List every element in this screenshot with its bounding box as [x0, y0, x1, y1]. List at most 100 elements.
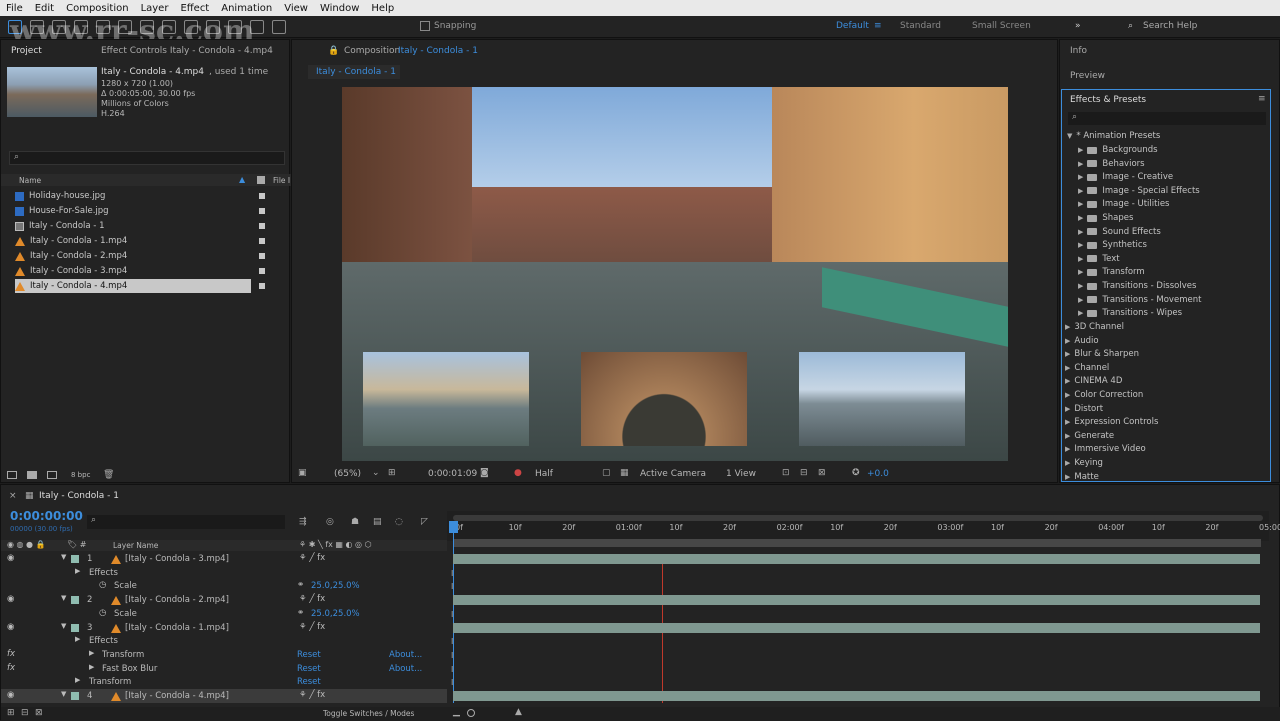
workspace-default[interactable]: Default — [836, 21, 869, 31]
keyframe-marker-icon[interactable]: I — [451, 582, 453, 591]
layer-row[interactable]: ◉ ▼ 1 [Italy - Condola - 3.mp4] ⚘ ╱ fx — [1, 552, 447, 566]
workspace-standard[interactable]: Standard — [900, 21, 941, 31]
layer-duration-bar[interactable] — [453, 595, 1260, 606]
keyframe-marker-icon[interactable]: I — [451, 665, 453, 674]
layer-name[interactable]: [Italy - Condola - 1.mp4] — [125, 623, 229, 633]
preset-folder[interactable]: ▶ Text — [1078, 254, 1120, 264]
name-column-header[interactable]: Name — [19, 176, 41, 185]
fx-icon[interactable]: fx — [7, 663, 15, 673]
preset-folder[interactable]: ▶ Sound Effects — [1078, 227, 1161, 237]
expand-arrow-icon[interactable]: ▶ — [1078, 309, 1083, 317]
expand-arrow-icon[interactable]: ▶ — [1065, 337, 1070, 345]
tab-preview[interactable]: Preview — [1070, 71, 1105, 81]
preset-folder[interactable]: ▶ Synthetics — [1078, 240, 1147, 250]
shy-layers-icon[interactable]: ☗ — [351, 517, 359, 527]
expand-transfer-controls-icon[interactable]: ⊟ — [21, 708, 29, 718]
expand-arrow-icon[interactable]: ▶ — [1078, 214, 1083, 222]
project-search-input[interactable]: ⌕ — [9, 151, 285, 165]
comp-subtab[interactable]: Italy - Condola - 1 — [308, 65, 400, 79]
workspace-small-screen[interactable]: Small Screen — [972, 21, 1031, 31]
menu-edit[interactable]: Edit — [35, 3, 54, 14]
keyframe-marker-icon[interactable]: I — [451, 569, 453, 578]
resolution-dropdown[interactable]: Half — [535, 469, 553, 479]
twirl-arrow-icon[interactable]: ▼ — [61, 622, 66, 630]
expand-arrow-icon[interactable]: ▶ — [1078, 173, 1083, 181]
expand-arrow-icon[interactable]: ▶ — [1065, 432, 1070, 440]
twirl-arrow-icon[interactable]: ▶ — [75, 567, 80, 575]
fx-icon[interactable]: fx — [7, 649, 15, 659]
twirl-arrow-icon[interactable]: ▼ — [61, 553, 66, 561]
layer-duration-bar[interactable] — [453, 691, 1260, 701]
project-file-item[interactable]: Italy - Condola - 4.mp4 — [15, 279, 251, 293]
expand-arrow-icon[interactable]: ▶ — [1078, 282, 1083, 290]
layer-name[interactable]: [Italy - Condola - 3.mp4] — [125, 554, 229, 564]
expand-arrow-icon[interactable]: ▶ — [1065, 377, 1070, 385]
search-help-input[interactable]: Search Help — [1143, 21, 1197, 31]
visibility-eye-icon[interactable]: ◉ — [7, 622, 14, 632]
label-color-swatch[interactable] — [259, 208, 265, 214]
tab-effect-controls[interactable]: Effect Controls Italy - Condola - 4.mp4 — [101, 46, 273, 56]
expand-arrow-icon[interactable]: ▶ — [1065, 459, 1070, 467]
new-comp-icon[interactable] — [47, 471, 57, 479]
zoom-out-icon[interactable]: ▁ — [453, 707, 460, 717]
work-area-bar[interactable] — [453, 515, 1263, 521]
effect-category[interactable]: ▶ Blur & Sharpen — [1065, 349, 1139, 359]
timeline-icon[interactable]: ⊟ — [800, 468, 808, 478]
keyframe-marker-icon[interactable]: I — [451, 610, 453, 619]
twirl-arrow-icon[interactable]: ▶ — [75, 635, 80, 643]
menu-window[interactable]: Window — [320, 3, 359, 14]
preset-folder[interactable]: ▶ Image - Special Effects — [1078, 186, 1200, 196]
effect-category[interactable]: ▶ Color Correction — [1065, 390, 1143, 400]
expand-arrow-icon[interactable]: ▶ — [1078, 200, 1083, 208]
property-row[interactable]: ▶ Effects — [1, 566, 447, 580]
about-link[interactable]: About... — [389, 664, 422, 674]
label-color-swatch[interactable] — [259, 283, 265, 289]
layer-name-header[interactable]: Layer Name — [113, 541, 158, 550]
twirl-arrow-icon[interactable]: ▶ — [75, 676, 80, 684]
property-row[interactable]: ◷ Scale ⚭ 25.0,25.0% — [1, 579, 447, 593]
interpret-footage-icon[interactable] — [7, 471, 17, 479]
effect-category[interactable]: ▶ Distort — [1065, 404, 1103, 414]
keyframe-marker-icon[interactable]: I — [451, 637, 453, 646]
region-of-interest-icon[interactable]: ▢ — [602, 468, 611, 478]
expand-arrow-icon[interactable]: ▶ — [1065, 391, 1070, 399]
visibility-eye-icon[interactable]: ◉ — [7, 690, 14, 700]
tab-composition-prefix[interactable]: Composition — [344, 46, 400, 56]
bpc-label[interactable]: 8 bpc — [71, 471, 90, 479]
snapping-checkbox[interactable] — [420, 21, 430, 31]
layer-duration-bar[interactable] — [453, 622, 1260, 633]
label-color-swatch[interactable] — [259, 223, 265, 229]
effects-presets-title[interactable]: Effects & Presets — [1070, 95, 1146, 105]
property-row[interactable]: fx ▶ Fast Box Blur Reset About... — [1, 662, 447, 676]
property-row[interactable]: fx ▶ Transform Reset About... — [1, 648, 447, 662]
effect-category[interactable]: ▶ Matte — [1065, 472, 1099, 482]
camera-dropdown[interactable]: Active Camera — [640, 469, 706, 479]
expand-arrow-icon[interactable]: ▶ — [1078, 268, 1083, 276]
draft-3d-icon[interactable]: ◎ — [326, 517, 334, 527]
layer-row[interactable]: ◉ ▼ 3 [Italy - Condola - 1.mp4] ⚘ ╱ fx — [1, 621, 447, 635]
layer-switches[interactable]: ⚘ ╱ fx — [299, 594, 325, 604]
time-ruler[interactable]: 0f 10f 20f 01:00f 10f 20f 02:00f 10f 20f 03:00f 10… — [447, 511, 1280, 541]
file-column-header[interactable]: File I — [273, 176, 290, 185]
project-file-item[interactable]: House-For-Sale.jpg — [15, 204, 251, 218]
expand-arrow-icon[interactable]: ▶ — [1078, 146, 1083, 154]
layer-name[interactable]: [Italy - Condola - 2.mp4] — [125, 595, 229, 605]
puppet-tool-icon[interactable] — [272, 19, 286, 34]
layer-row[interactable]: ◉ ▼ 4 [Italy - Condola - 4.mp4] ⚘ ╱ fx — [1, 689, 447, 703]
project-file-item[interactable]: Italy - Condola - 1.mp4 — [15, 234, 251, 248]
frame-blending-icon[interactable]: ▤ — [373, 517, 382, 527]
view-layout-dropdown[interactable]: 1 View — [726, 469, 756, 479]
project-file-item[interactable]: Italy - Condola - 3.mp4 — [15, 264, 251, 278]
lock-icon[interactable]: 🔒 — [328, 46, 339, 56]
expand-arrow-icon[interactable]: ▶ — [1078, 160, 1083, 168]
zoom-in-icon[interactable]: ▲ — [515, 707, 522, 717]
twirl-arrow-icon[interactable]: ▼ — [61, 594, 66, 602]
layer-switches[interactable]: ⚘ ╱ fx — [299, 553, 325, 563]
effect-category[interactable]: ▶ Keying — [1065, 458, 1103, 468]
effect-category[interactable]: ▶ CINEMA 4D — [1065, 376, 1122, 386]
expand-arrow-icon[interactable]: ▶ — [1078, 187, 1083, 195]
visibility-eye-icon[interactable]: ◉ — [7, 553, 14, 563]
expand-arrow-icon[interactable]: ▶ — [1065, 445, 1070, 453]
keyframe-marker-icon[interactable]: I — [451, 651, 453, 660]
snapshot-icon[interactable]: ◙ — [480, 468, 489, 478]
